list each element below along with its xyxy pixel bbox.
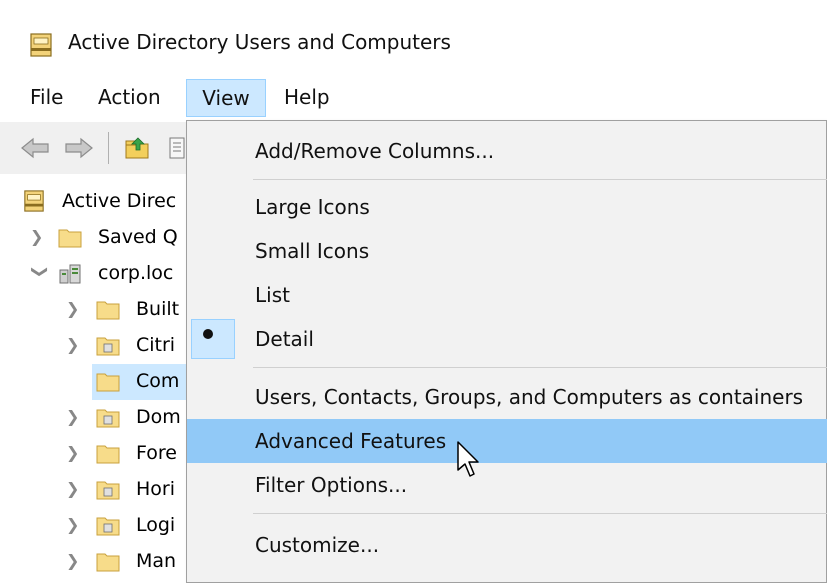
menu-item-label: Filter Options... [255,473,408,497]
tree-item-label: Dom [136,406,181,428]
tree-item-label: Hori [136,478,176,500]
menu-item-small-icons[interactable]: Small Icons [187,229,827,273]
toolbar-separator [108,132,109,164]
menu-item-label: Large Icons [255,195,370,219]
chevron-right-icon[interactable]: ❯ [66,400,82,434]
ad-root-icon [24,190,44,212]
chevron-right-icon[interactable]: ❯ [66,328,82,362]
menu-item-advanced-features[interactable]: Advanced Features [187,419,827,463]
menu-help[interactable]: Help [276,79,338,117]
up-folder-icon[interactable] [124,136,152,160]
menu-action[interactable]: Action [90,79,169,117]
chevron-right-icon[interactable]: ❯ [66,544,82,578]
menu-item-label: List [255,283,290,307]
menu-item-label: Small Icons [255,239,370,263]
folder-icon [96,445,120,464]
menu-item-list[interactable]: List [187,273,827,317]
menu-item-filter-options[interactable]: Filter Options... [187,463,827,507]
window-title: Active Directory Users and Computers [68,30,451,54]
ou-folder-icon [96,481,120,500]
tree-item-label: Built [136,298,180,320]
tree-item-label: Fore [136,442,177,464]
menu-item-label: Advanced Features [255,429,447,453]
folder-icon [96,553,120,572]
menu-bar: File Action View Help [0,72,827,122]
title-bar: Active Directory Users and Computers [0,0,827,72]
ou-folder-icon [96,337,120,356]
menu-separator [253,179,827,180]
mouse-cursor-icon [457,441,479,477]
domain-icon [59,264,81,284]
menu-item-users-contacts-containers[interactable]: Users, Contacts, Groups, and Computers a… [187,375,827,419]
menu-item-large-icons[interactable]: Large Icons [187,185,827,229]
menu-item-customize[interactable]: Customize... [187,523,827,567]
tree-item-label: corp.loc [98,262,174,284]
menu-file[interactable]: File [22,79,71,117]
tree-item-label: Citri [136,334,176,356]
menu-item-detail[interactable]: Detail [187,317,827,361]
forward-arrow-icon[interactable] [64,136,94,160]
menu-view[interactable]: View [186,79,266,117]
folder-icon [96,301,120,320]
menu-item-label: Users, Contacts, Groups, and Computers a… [255,385,804,409]
menu-item-add-remove-columns[interactable]: Add/Remove Columns... [187,129,827,173]
chevron-right-icon[interactable]: ❯ [66,472,82,506]
tree-item-label: Active Direc [62,190,177,212]
back-arrow-icon[interactable] [20,136,50,160]
ou-folder-icon [96,517,120,536]
folder-icon [96,373,120,392]
tree-item-label: Logi [136,514,176,536]
menu-item-label: Detail [255,327,314,351]
check-area [191,319,235,359]
chevron-right-icon[interactable]: ❯ [66,436,82,470]
chevron-down-icon[interactable]: ❯ [23,265,57,281]
chevron-right-icon[interactable]: ❯ [30,220,46,254]
tree-item-label: Man [136,550,177,572]
folder-icon [58,229,82,248]
menu-item-label: Add/Remove Columns... [255,139,495,163]
properties-icon[interactable] [168,136,186,160]
tree-item-label: Com [136,370,180,392]
ad-app-icon [30,33,52,57]
chevron-right-icon[interactable]: ❯ [66,508,82,542]
radio-bullet-icon [203,329,213,339]
menu-separator [253,513,827,514]
view-menu-dropdown: Add/Remove Columns... Large Icons Small … [186,120,827,583]
chevron-right-icon[interactable]: ❯ [66,292,82,326]
tree-item-label: Saved Q [98,226,178,248]
menu-separator [253,367,827,368]
ou-folder-icon [96,409,120,428]
menu-item-label: Customize... [255,533,380,557]
